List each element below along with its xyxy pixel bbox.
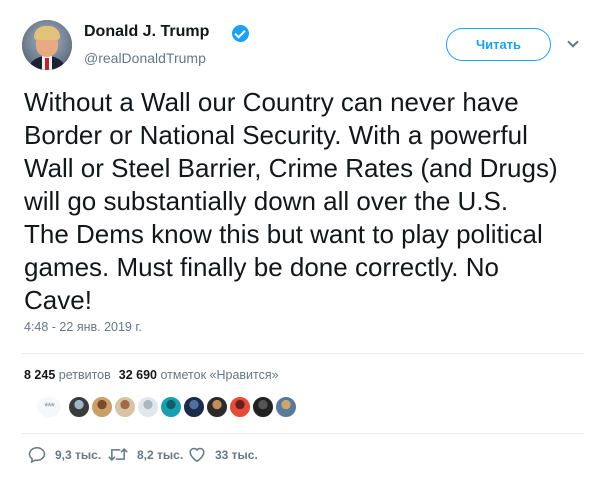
author-name[interactable]: Donald J. Trump bbox=[84, 23, 209, 41]
like-action-count: 33 тыс. bbox=[215, 447, 258, 462]
verified-badge-icon bbox=[232, 25, 249, 42]
liker-9[interactable] bbox=[252, 396, 274, 418]
like-label: отметок «Нравится» bbox=[160, 368, 279, 382]
more-likers[interactable]: *** bbox=[36, 396, 62, 418]
liker-10[interactable] bbox=[275, 396, 297, 418]
liker-8[interactable] bbox=[229, 396, 251, 418]
like-icon bbox=[189, 447, 205, 463]
tweet-text: Without a Wall our Country can never hav… bbox=[24, 87, 558, 315]
liker-6[interactable] bbox=[183, 396, 205, 418]
retweet-action[interactable]: 8,2 тыс. bbox=[108, 446, 183, 463]
like-stat[interactable]: 32 690 отметок «Нравится» bbox=[119, 368, 279, 382]
tweet-stats: 8 245 ретвитов 32 690 отметок «Нравится» bbox=[24, 368, 279, 382]
retweet-action-count: 8,2 тыс. bbox=[137, 447, 184, 462]
reply-icon bbox=[28, 446, 46, 463]
reply-count: 9,3 тыс. bbox=[55, 447, 102, 462]
liker-4[interactable] bbox=[137, 396, 159, 418]
divider bbox=[22, 433, 584, 434]
author-avatar[interactable] bbox=[22, 20, 72, 70]
follow-button[interactable]: Читать bbox=[446, 28, 551, 61]
divider bbox=[22, 353, 584, 354]
like-action[interactable]: 33 тыс. bbox=[188, 446, 258, 463]
liker-7[interactable] bbox=[206, 396, 228, 418]
reply-action[interactable]: 9,3 тыс. bbox=[28, 446, 101, 463]
chevron-down-icon[interactable] bbox=[568, 38, 578, 48]
like-count: 32 690 bbox=[118, 368, 158, 382]
retweet-icon bbox=[108, 448, 128, 461]
liker-2[interactable] bbox=[91, 396, 113, 418]
retweet-count: 8 245 bbox=[24, 368, 56, 382]
liker-5[interactable] bbox=[160, 396, 182, 418]
liker-1[interactable] bbox=[68, 396, 90, 418]
retweet-stat[interactable]: 8 245 ретвитов bbox=[24, 368, 111, 382]
tweet-card: Donald J. Trump @realDonaldTrump Читать … bbox=[0, 0, 606, 484]
tweet-timestamp[interactable]: 4:48 - 22 янв. 2019 г. bbox=[24, 320, 142, 334]
author-handle[interactable]: @realDonaldTrump bbox=[84, 50, 206, 66]
retweet-label: ретвитов bbox=[58, 368, 111, 382]
liker-3[interactable] bbox=[114, 396, 136, 418]
